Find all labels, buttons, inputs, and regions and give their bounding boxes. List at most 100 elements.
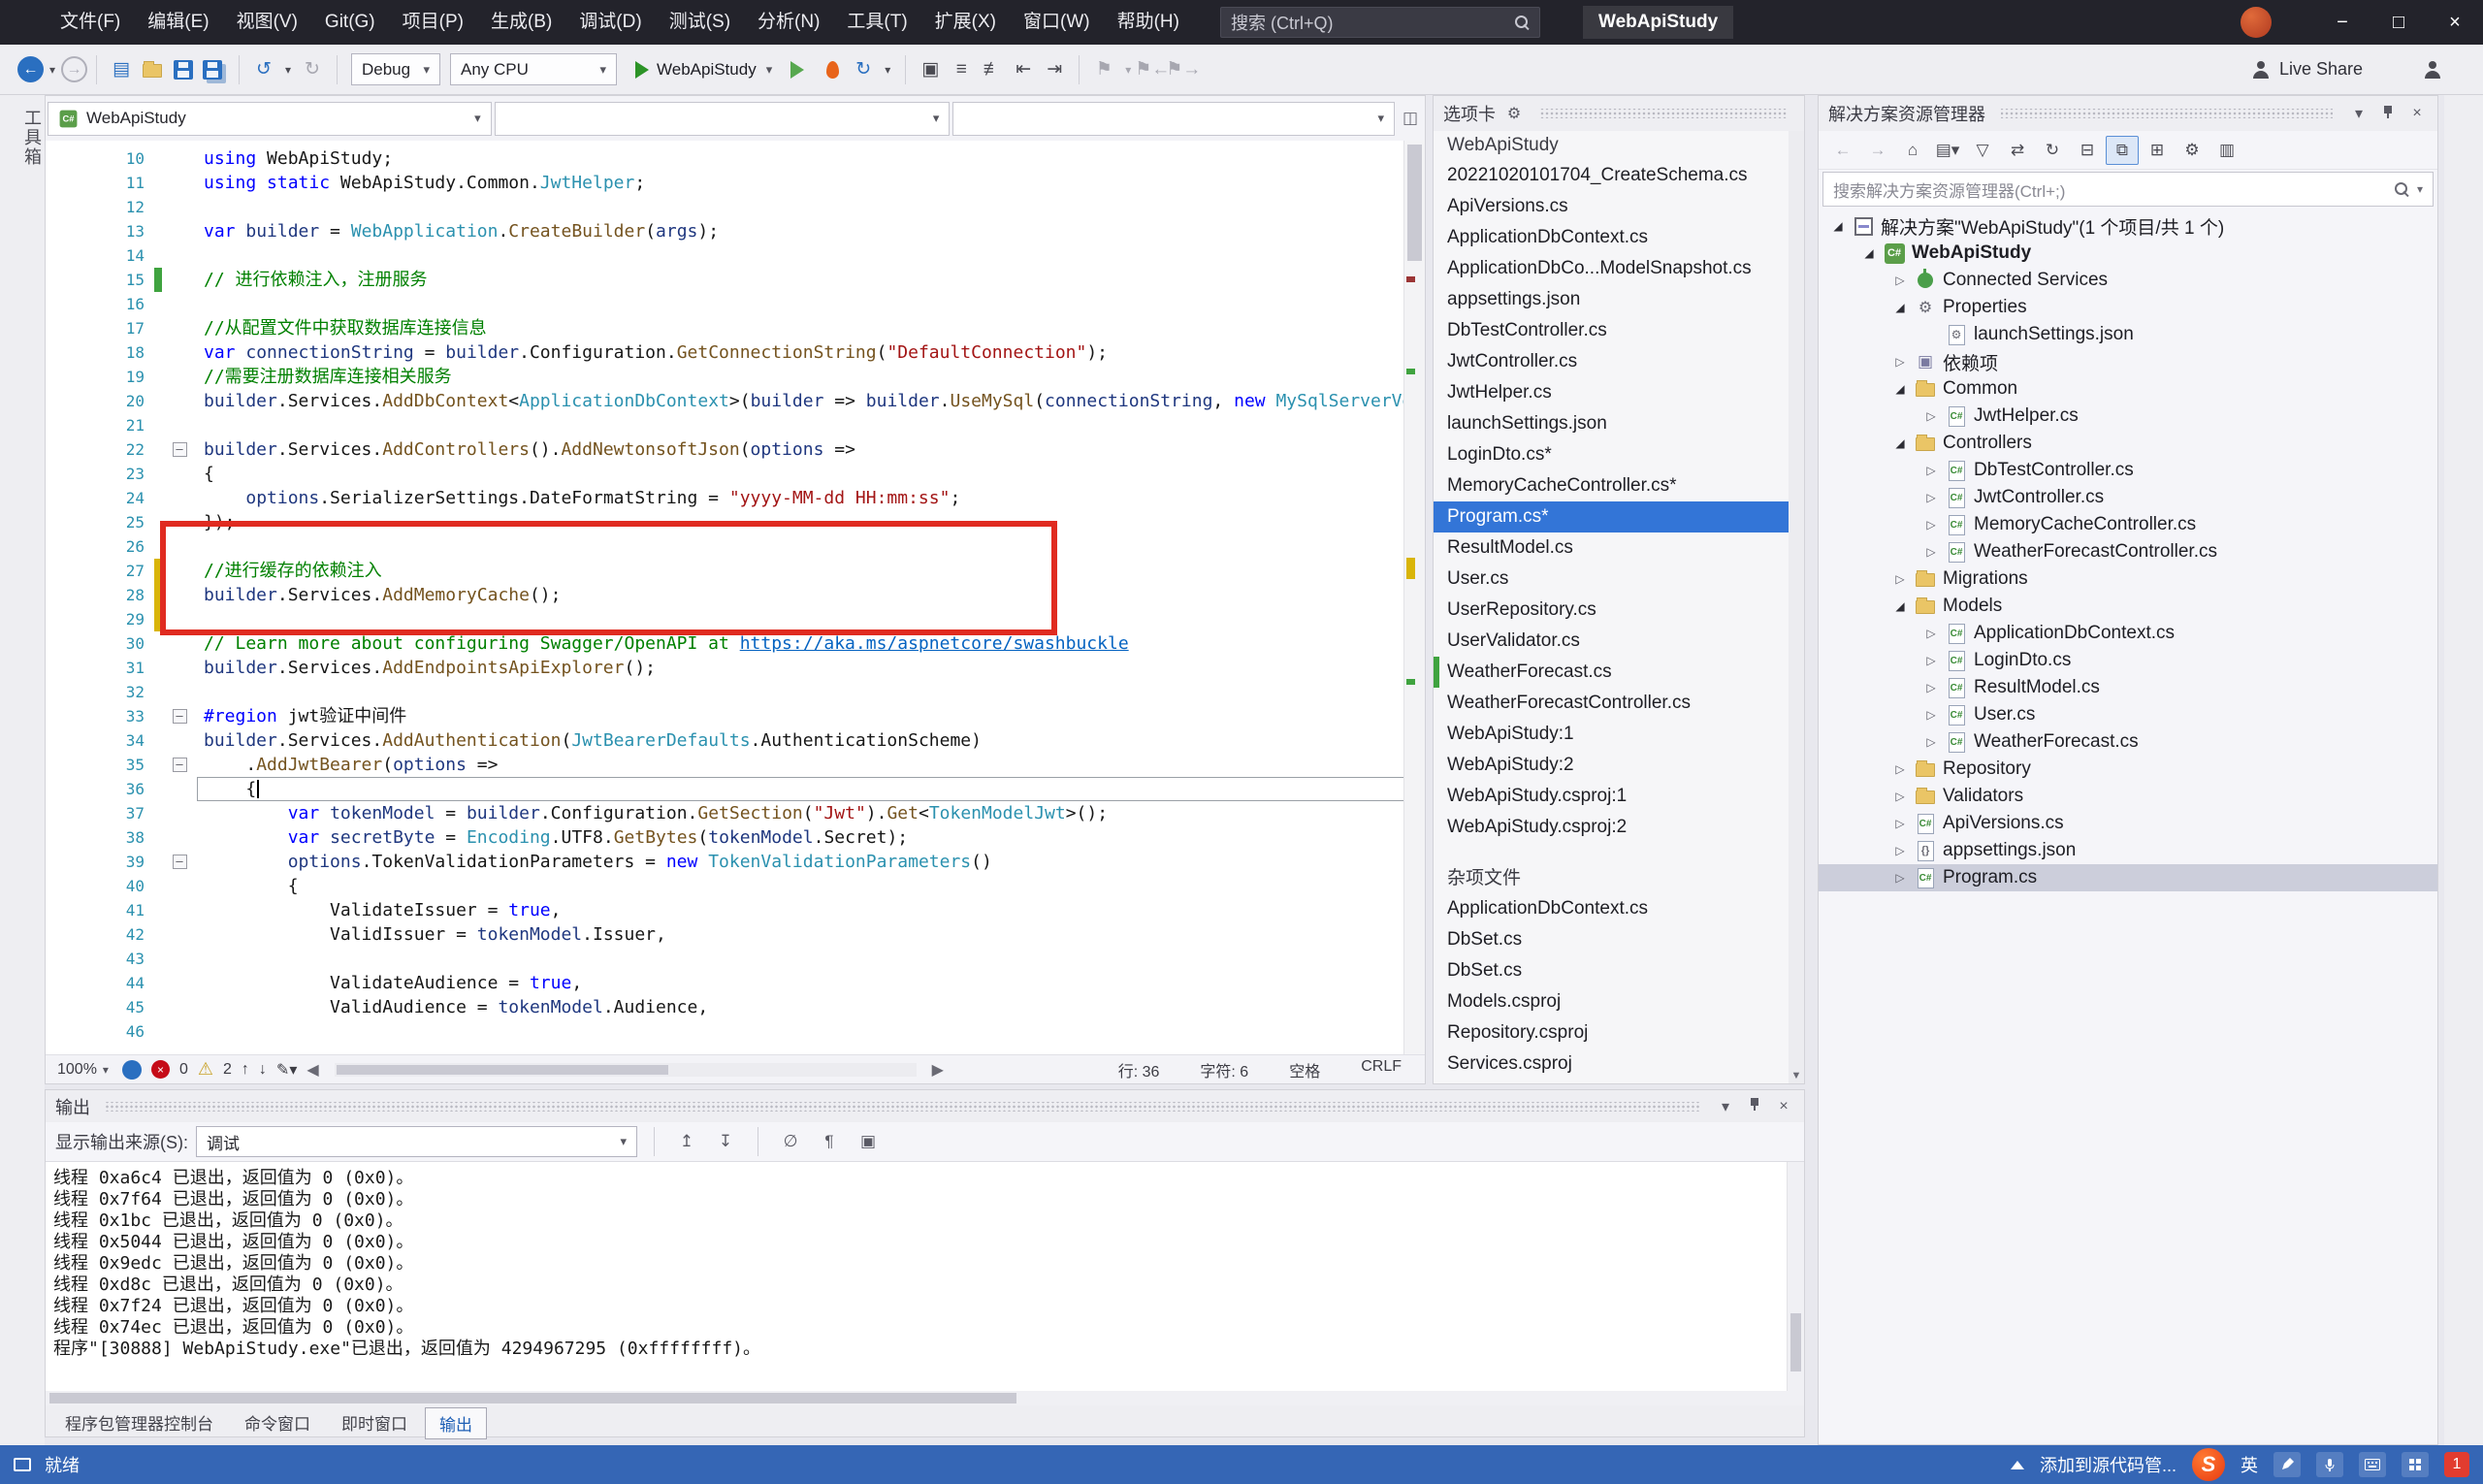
code-line[interactable]: 46: [46, 1019, 1425, 1044]
search-options-icon[interactable]: ▾: [2417, 182, 2423, 196]
expander-icon[interactable]: ◢: [1888, 301, 1912, 314]
menu-item[interactable]: 帮助(H): [1104, 0, 1193, 45]
output-horizontal-scrollbar[interactable]: [46, 1391, 1804, 1405]
menu-item[interactable]: 编辑(E): [134, 0, 222, 45]
hot-reload-dropdown-icon[interactable]: ▾: [879, 53, 896, 86]
find-in-files-icon[interactable]: ▣: [915, 53, 946, 86]
tree-item[interactable]: ◢ WebApiStudy: [1819, 240, 2437, 267]
gear-icon[interactable]: ⚙: [1503, 104, 1525, 123]
tree-item[interactable]: ◢ Controllers: [1819, 430, 2437, 457]
code-line[interactable]: 40 {: [46, 874, 1425, 898]
scroll-right-icon[interactable]: ▶: [932, 1060, 944, 1080]
error-count[interactable]: 0: [179, 1061, 188, 1079]
expander-icon[interactable]: ▷: [1919, 654, 1943, 667]
redo-icon[interactable]: ↻: [297, 53, 328, 86]
code-line[interactable]: 45 ValidAudience = tokenModel.Audience,: [46, 995, 1425, 1019]
tree-item[interactable]: ▷ appsettings.json: [1819, 837, 2437, 864]
tool-window-tab[interactable]: 命令窗口: [231, 1407, 324, 1437]
fold-toggle-icon[interactable]: –: [172, 855, 187, 869]
split-editor-icon[interactable]: ◫: [1398, 109, 1423, 128]
menu-item[interactable]: 工具(T): [833, 0, 920, 45]
new-file-icon[interactable]: ▤: [106, 53, 137, 86]
output-source-dropdown[interactable]: 调试 ▾: [196, 1126, 637, 1157]
tab-item[interactable]: 20221020101704_CreateSchema.cs: [1434, 160, 1804, 191]
code-line[interactable]: 36 {: [46, 777, 1425, 801]
tree-item[interactable]: ▷ ApplicationDbContext.cs: [1819, 620, 2437, 647]
ime-toolbox-icon[interactable]: [2402, 1452, 2429, 1477]
navigate-back-button[interactable]: ←: [17, 56, 44, 82]
tab-item[interactable]: WeatherForecastController.cs: [1434, 688, 1804, 719]
start-without-debugging-icon[interactable]: [786, 53, 817, 86]
expander-icon[interactable]: ▷: [1919, 409, 1943, 423]
close-panel-icon[interactable]: ×: [2406, 105, 2428, 122]
expander-icon[interactable]: ▷: [1919, 464, 1943, 477]
properties-icon[interactable]: ⚙: [2176, 136, 2209, 165]
tree-item[interactable]: ▷ ApiVersions.cs: [1819, 810, 2437, 837]
tree-item[interactable]: ▷ Connected Services: [1819, 267, 2437, 294]
tree-item[interactable]: ▷ User.cs: [1819, 701, 2437, 728]
menu-item[interactable]: 生成(B): [477, 0, 565, 45]
tab-item[interactable]: UserValidator.cs: [1434, 626, 1804, 657]
tab-item[interactable]: MemoryCacheController.cs*: [1434, 470, 1804, 501]
navigate-forward-button[interactable]: →: [61, 56, 87, 82]
collapse-all-icon[interactable]: ⊟: [2071, 136, 2104, 165]
save-all-icon[interactable]: [199, 53, 230, 86]
tab-item[interactable]: UserRepository.cs: [1434, 595, 1804, 626]
menu-item[interactable]: 文件(F): [47, 0, 134, 45]
home-icon[interactable]: ⌂: [1896, 136, 1929, 165]
tab-item[interactable]: ApplicationDbContext.cs: [1434, 893, 1804, 924]
code-line[interactable]: 39 – options.TokenValidationParameters = …: [46, 850, 1425, 874]
tab-item[interactable]: WebApiStudy:1: [1434, 719, 1804, 750]
code-line[interactable]: 26: [46, 534, 1425, 559]
code-line[interactable]: 30 // Learn more about configuring Swagge…: [46, 631, 1425, 656]
next-message-icon[interactable]: ↧: [710, 1127, 741, 1156]
filter-icon[interactable]: ▽: [1966, 136, 1999, 165]
expander-icon[interactable]: ▷: [1919, 708, 1943, 722]
expander-icon[interactable]: ◢: [1888, 382, 1912, 396]
tree-item[interactable]: ▷ Validators: [1819, 783, 2437, 810]
tab-item[interactable]: ApiVersions.cs: [1434, 191, 1804, 222]
warning-count[interactable]: 2: [223, 1061, 232, 1079]
expander-icon[interactable]: ▷: [1919, 735, 1943, 749]
fold-toggle-icon[interactable]: –: [172, 758, 187, 772]
expander-icon[interactable]: ▷: [1888, 790, 1912, 803]
tab-item[interactable]: JwtHelper.cs: [1434, 377, 1804, 408]
expander-icon[interactable]: ◢: [1888, 599, 1912, 613]
member-dropdown[interactable]: ▾: [952, 101, 1396, 136]
spaces-indicator[interactable]: 空格: [1289, 1058, 1320, 1081]
tab-item[interactable]: ResultModel.cs: [1434, 532, 1804, 564]
expander-icon[interactable]: ▷: [1888, 762, 1912, 776]
show-all-files-icon[interactable]: ⊞: [2141, 136, 2174, 165]
code-line[interactable]: 41 ValidateIssuer = true,: [46, 898, 1425, 922]
tool-window-tab[interactable]: 输出: [425, 1407, 487, 1439]
tab-item[interactable]: DbTestController.cs: [1434, 315, 1804, 346]
tab-item[interactable]: WebApiStudy.csproj:2: [1434, 812, 1804, 843]
tab-item[interactable]: ApplicationDbCo...ModelSnapshot.cs: [1434, 253, 1804, 284]
expander-icon[interactable]: ▷: [1888, 274, 1912, 287]
expander-icon[interactable]: ▷: [1888, 572, 1912, 586]
menu-item[interactable]: 窗口(W): [1010, 0, 1104, 45]
microphone-icon[interactable]: [2316, 1452, 2343, 1477]
code-line[interactable]: 18 var connectionString = builder.Configu…: [46, 340, 1425, 365]
undo-icon[interactable]: ↺: [248, 53, 279, 86]
ime-language-label[interactable]: 英: [2241, 1452, 2258, 1477]
indent-increase-icon[interactable]: ⇥: [1039, 53, 1070, 86]
open-file-icon[interactable]: [137, 53, 168, 86]
expander-icon[interactable]: ▷: [1888, 355, 1912, 369]
word-wrap-icon[interactable]: ¶: [814, 1127, 845, 1156]
tree-item[interactable]: ▷ MemoryCacheController.cs: [1819, 511, 2437, 538]
expander-icon[interactable]: ▷: [1919, 545, 1943, 559]
document-health-icon[interactable]: [121, 1059, 142, 1080]
pin-icon[interactable]: [1744, 1097, 1765, 1115]
tab-item[interactable]: WebApiStudy:2: [1434, 750, 1804, 781]
code-line[interactable]: 15 // 进行依赖注入，注册服务: [46, 268, 1425, 292]
code-line[interactable]: 22 – builder.Services.AddControllers().Add…: [46, 437, 1425, 462]
code-line[interactable]: 16: [46, 292, 1425, 316]
tree-item[interactable]: ▷ Migrations: [1819, 565, 2437, 593]
scroll-down-icon[interactable]: ▼: [1789, 1070, 1804, 1081]
tab-item[interactable]: WebApiStudy.csproj:1: [1434, 781, 1804, 812]
toggle-bookmark-icon[interactable]: ⚑: [1088, 53, 1119, 86]
next-issue-icon[interactable]: ↓: [259, 1061, 267, 1079]
keyboard-icon[interactable]: [2359, 1452, 2386, 1477]
code-line[interactable]: 43: [46, 947, 1425, 971]
